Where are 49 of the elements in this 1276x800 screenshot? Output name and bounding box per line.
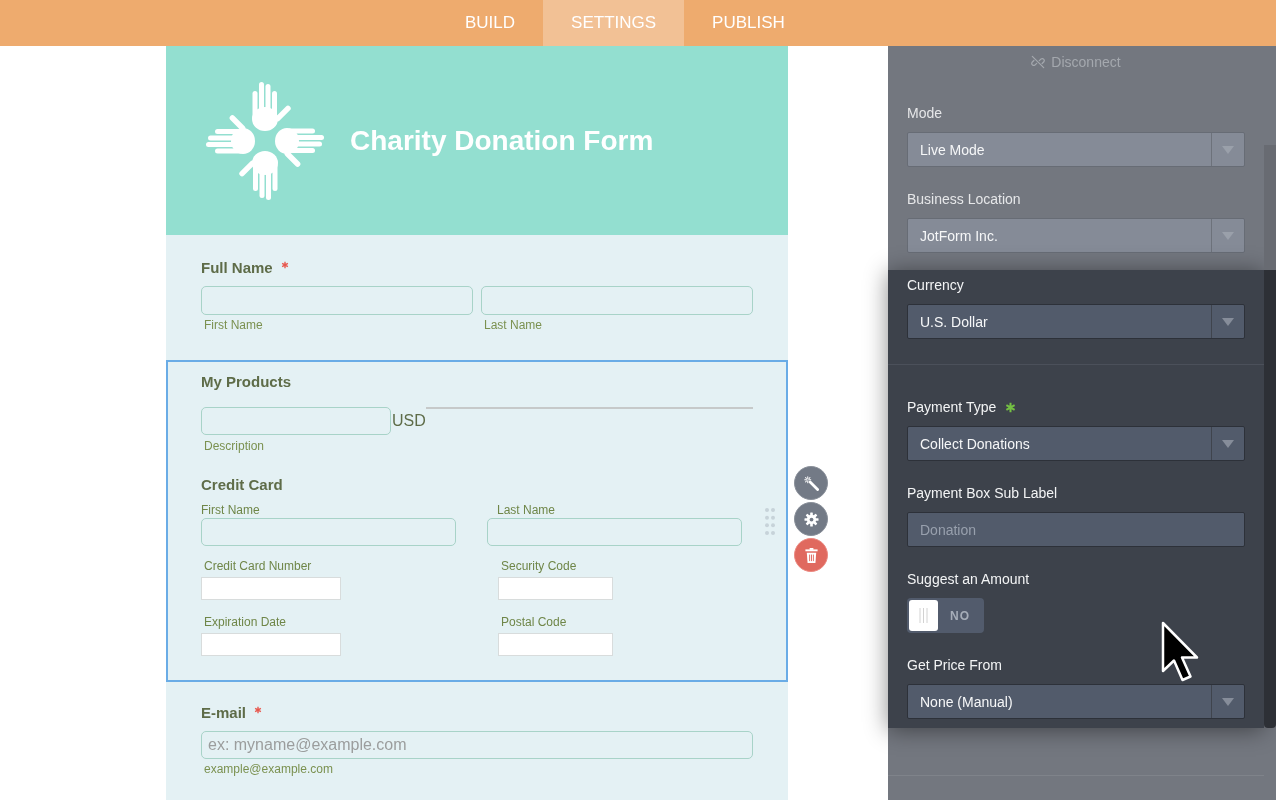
caret-icon (1222, 439, 1234, 448)
field-label: Postal Code (500, 615, 567, 629)
setting-label: Business Location (907, 190, 1021, 208)
field-label: Security Code (500, 559, 577, 573)
setting-label: Payment Type (907, 398, 997, 416)
field-sublabel: example@example.com (203, 762, 334, 776)
currency-label: USD (392, 411, 426, 431)
mouse-cursor-icon (1161, 621, 1199, 683)
field-sublabel: Description (203, 439, 266, 453)
setting-label: Mode (907, 104, 943, 122)
caret-icon (1222, 317, 1234, 326)
field-label: First Name (201, 503, 260, 517)
setting-label: Get Price From (907, 656, 1002, 674)
text-input[interactable]: Donation (907, 512, 1245, 547)
form-field[interactable]: My Products USD Description Credit Card First Name Last Name Credit Card Number Security Code Expiration Date Postal Code (166, 360, 788, 682)
dropdown[interactable]: Live Mode (907, 132, 1245, 167)
field-sublabel: Last Name (483, 318, 544, 332)
setting-label: Currency (907, 276, 964, 294)
caret-icon (1222, 697, 1234, 706)
field-label: Credit Card Number (203, 559, 312, 573)
wand-icon (803, 475, 819, 491)
dropdown[interactable]: Collect Donations (907, 426, 1245, 461)
email-input[interactable]: ex: myname@example.com (201, 731, 753, 759)
field-label: Expiration Date (203, 615, 287, 629)
dropdown[interactable]: None (Manual) (907, 684, 1245, 719)
setting-label: Suggest an Amount (907, 570, 1030, 588)
nav-tab[interactable]: PUBLISH (684, 0, 813, 46)
field-label: Full Name (201, 258, 273, 278)
nav-tab[interactable]: BUILD (437, 0, 544, 46)
settings-button[interactable] (794, 502, 828, 536)
trash-icon (803, 547, 819, 563)
drag-handle-icon[interactable] (765, 508, 775, 535)
setting-label: Payment Box Sub Label (907, 484, 1058, 502)
field-sublabel: First Name (203, 318, 264, 332)
switch-knob-icon (909, 600, 938, 631)
unlink-icon (1031, 55, 1046, 69)
delete-button[interactable] (794, 538, 828, 572)
field-label: Last Name (496, 503, 556, 517)
field-label: My Products (201, 372, 291, 392)
form-field[interactable]: E-mail ex: myname@example.com example@example.com (166, 682, 788, 776)
wand-button[interactable] (794, 466, 828, 500)
scrollbar-thumb[interactable] (1264, 145, 1276, 728)
dropdown[interactable]: U.S. Dollar (907, 304, 1245, 339)
dropdown[interactable]: JotForm Inc. (907, 218, 1245, 253)
form-title: Charity Donation Form (350, 123, 654, 158)
toggle-switch[interactable]: NO (907, 598, 984, 633)
gear-icon (803, 511, 819, 527)
field-label: E-mail (201, 703, 246, 723)
section-heading: Credit Card (201, 475, 283, 495)
